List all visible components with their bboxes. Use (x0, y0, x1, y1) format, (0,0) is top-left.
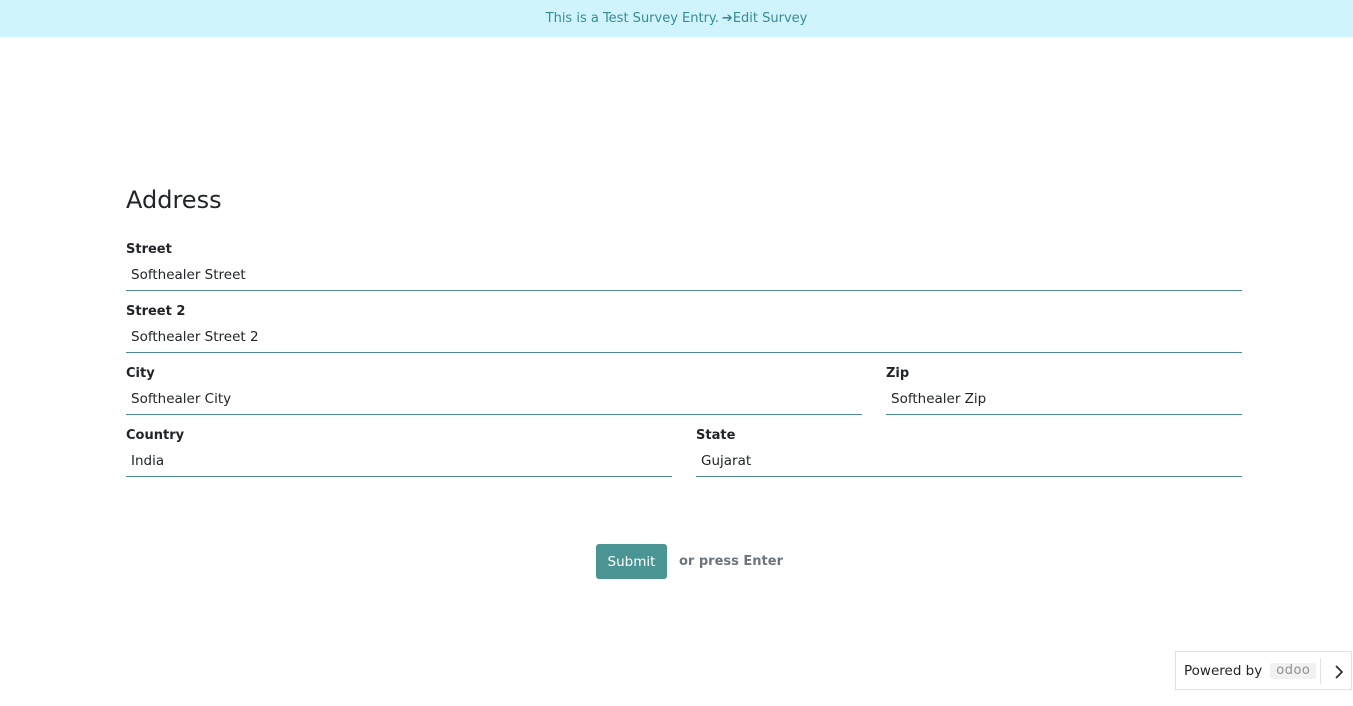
powered-by-badge[interactable]: Powered by odoo (1175, 651, 1352, 690)
address-form: Address (126, 184, 1242, 220)
street2-input[interactable] (126, 321, 1242, 353)
press-enter-hint: or press Enter (679, 554, 783, 569)
edit-survey-link[interactable]: Edit Survey (733, 11, 808, 26)
city-label: City (126, 366, 155, 381)
test-survey-banner: This is a Test Survey Entry. ➔ Edit Surv… (0, 0, 1353, 37)
street2-field-group: Street 2 (126, 303, 1242, 353)
state-label: State (696, 428, 736, 443)
submit-row: Submit or press Enter (596, 544, 783, 579)
street2-label: Street 2 (126, 304, 186, 319)
state-field-group: State (696, 427, 1242, 477)
submit-button[interactable]: Submit (596, 544, 667, 579)
state-input[interactable] (696, 445, 1242, 477)
city-input[interactable] (126, 383, 862, 415)
street-input[interactable] (126, 259, 1242, 291)
street-field-group: Street (126, 241, 1242, 291)
powered-by-group: Powered by odoo (1176, 662, 1317, 679)
page-title: Address (126, 186, 222, 214)
powered-by-label: Powered by (1184, 662, 1263, 679)
city-field-group: City (126, 365, 862, 415)
zip-field-group: Zip (886, 365, 1242, 415)
odoo-logo: odoo (1270, 662, 1317, 679)
divider (1320, 658, 1321, 684)
country-input[interactable] (126, 445, 672, 477)
country-field-group: Country (126, 427, 672, 477)
zip-input[interactable] (886, 383, 1242, 415)
banner-text: This is a Test Survey Entry. (545, 11, 719, 26)
street-label: Street (126, 242, 172, 257)
country-label: Country (126, 428, 185, 443)
arrow-right-icon: ➔ (721, 11, 733, 26)
zip-label: Zip (886, 366, 910, 381)
chevron-right-icon[interactable] (1327, 652, 1351, 691)
odoo-logo-text: odoo (1276, 663, 1311, 678)
